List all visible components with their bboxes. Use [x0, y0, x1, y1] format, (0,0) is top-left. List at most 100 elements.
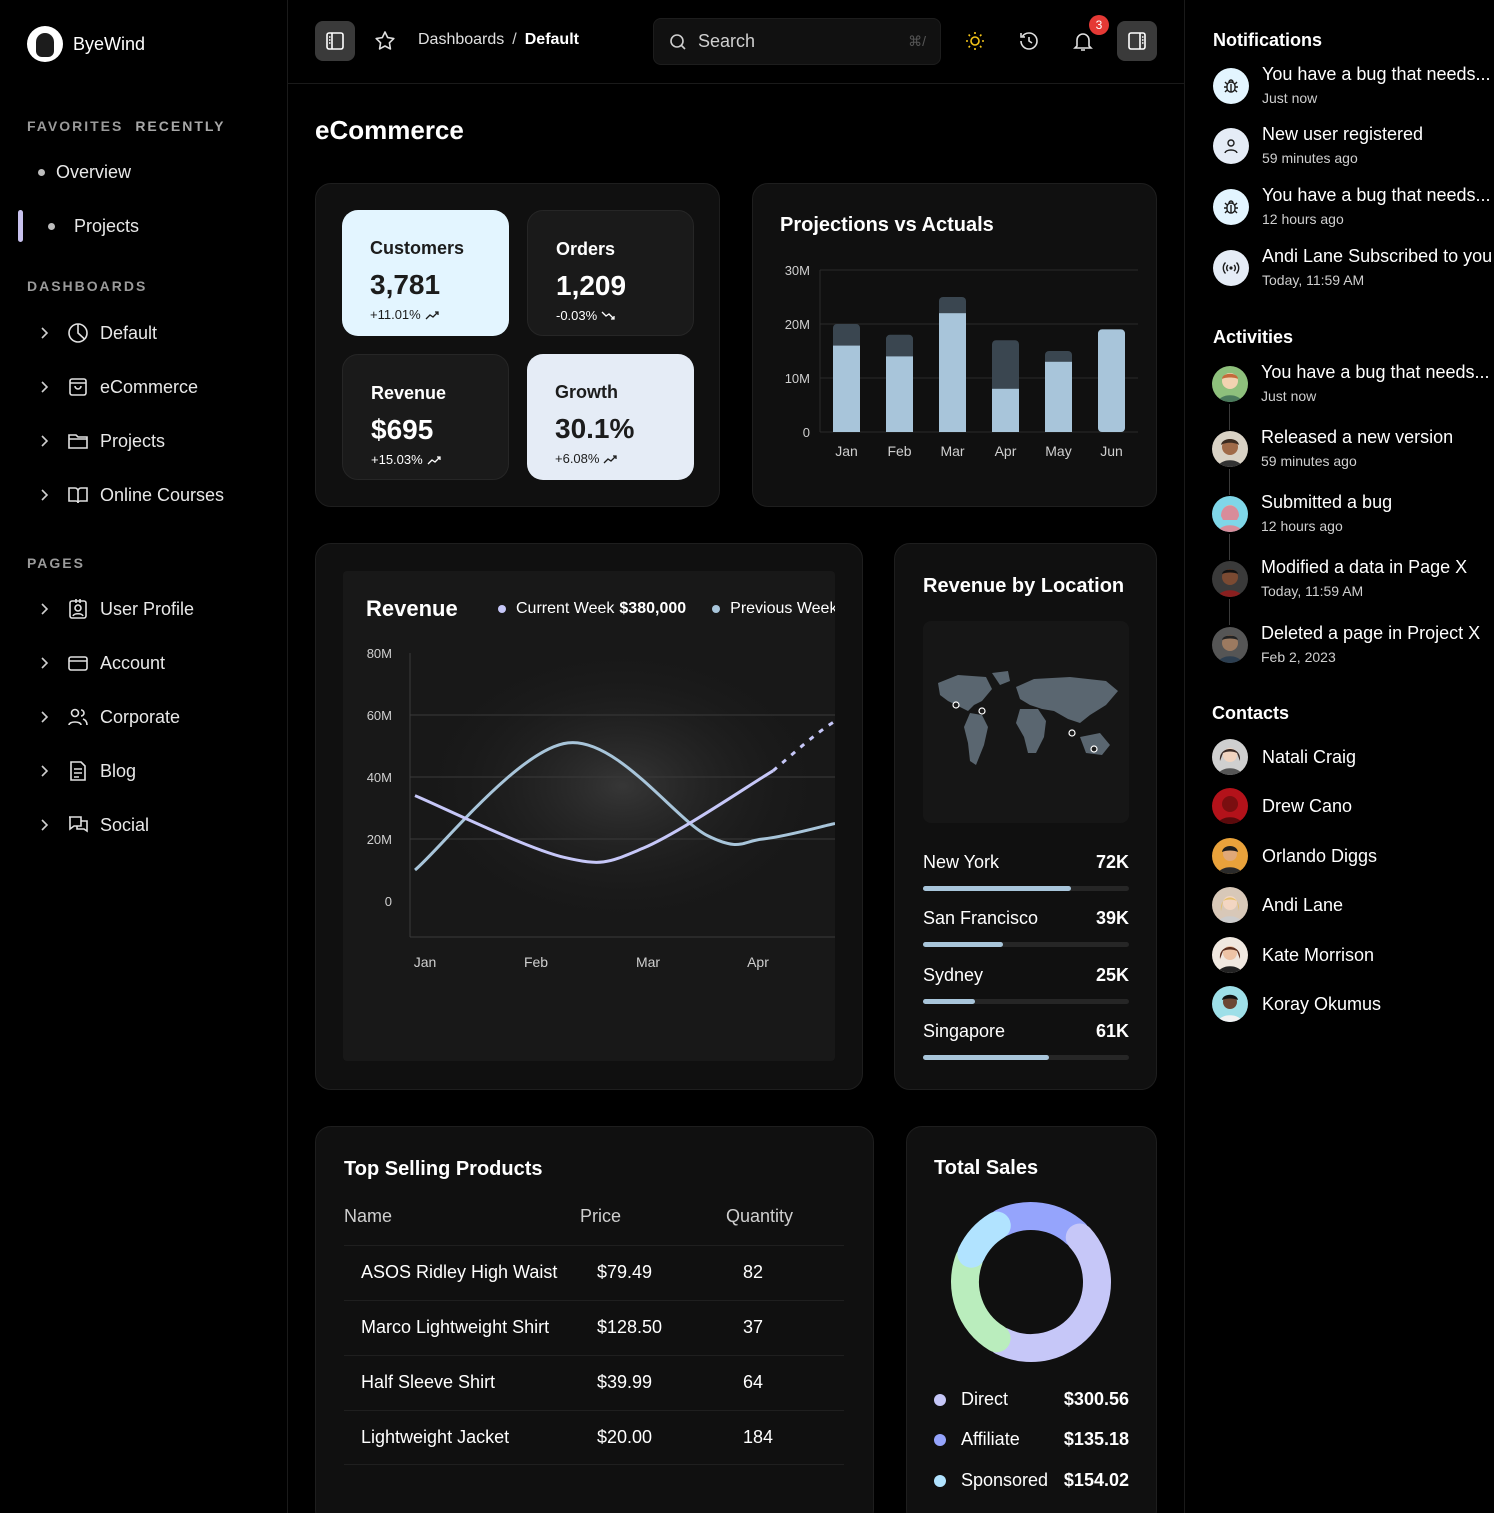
avatar [1212, 431, 1248, 467]
products-title: Top Selling Products [344, 1158, 543, 1180]
sidebar-item-user-profile[interactable]: User Profile [36, 595, 194, 623]
active-indicator [18, 210, 23, 242]
kpi-customers[interactable]: Customers 3,781 +11.01% [342, 210, 509, 336]
contact-name: Andi Lane [1262, 894, 1344, 915]
toggle-sidebar-button[interactable] [315, 21, 355, 61]
sidebar-item-account[interactable]: Account [36, 649, 165, 677]
avatar [1212, 496, 1248, 532]
y-tick-label: 40M [367, 770, 392, 785]
notification-time: Just now [1262, 90, 1318, 106]
notification-item[interactable]: You have a bug that needs... Just now [1213, 64, 1494, 118]
column-quantity[interactable]: Quantity [726, 1206, 793, 1227]
bar-actual [833, 345, 860, 432]
history-button[interactable] [1009, 21, 1049, 61]
activity-item[interactable]: Released a new version 59 minutes ago [1212, 427, 1494, 481]
theme-toggle-button[interactable] [955, 21, 995, 61]
activity-text: Deleted a page in Project X [1261, 623, 1481, 643]
tab-recently[interactable]: RECENTLY [135, 118, 225, 134]
brand[interactable]: ByeWind [27, 26, 145, 62]
contact-name: Kate Morrison [1262, 944, 1375, 965]
product-name: Lightweight Jacket [361, 1427, 510, 1447]
kpi-label: Customers [370, 238, 465, 258]
contact-item[interactable]: Andi Lane [1212, 887, 1343, 923]
user-icon [1213, 128, 1249, 164]
contact-item[interactable]: Orlando Diggs [1212, 838, 1377, 874]
location-city: New York [923, 852, 1000, 872]
activity-item[interactable]: Submitted a bug 12 hours ago [1212, 492, 1494, 546]
projections-title: Projections vs Actuals [780, 214, 994, 236]
shopping-bag-icon [69, 378, 87, 396]
location-bar-fill [923, 886, 1072, 891]
notification-item[interactable]: Andi Lane Subscribed to you Today, 11:59… [1213, 246, 1494, 300]
breadcrumb: Dashboards / Default [418, 31, 579, 49]
sidebar-item-projects[interactable]: Projects [36, 427, 165, 455]
sidebar-item-corporate[interactable]: Corporate [36, 703, 180, 731]
activity-item[interactable]: Modified a data in Page X Today, 11:59 A… [1212, 557, 1494, 611]
table-row[interactable]: ASOS Ridley High Waist $79.49 82 [344, 1245, 844, 1300]
revenue-legend: Current Week $380,000 Previous Week [498, 600, 835, 618]
product-price: $20.00 [597, 1427, 653, 1447]
sidebar-item-blog[interactable]: Blog [36, 757, 136, 785]
bug-icon [1213, 68, 1249, 104]
notification-item[interactable]: New user registered 59 minutes ago [1213, 124, 1494, 178]
legend-label: Sponsored [961, 1470, 1049, 1490]
avatar [1212, 986, 1248, 1022]
kpi-revenue[interactable]: Revenue $695 +15.03% [342, 354, 509, 480]
top-bar: Dashboards / Default Search ⌘/ 3 [288, 0, 1184, 84]
y-tick-label: 0 [385, 894, 392, 909]
avatar [1212, 788, 1248, 824]
sidebar-toggle-icon [1128, 32, 1146, 50]
notifications-button[interactable]: 3 [1063, 15, 1109, 61]
location-bar-fill [923, 1055, 1049, 1060]
product-name: ASOS Ridley High Waist [361, 1262, 558, 1282]
search-placeholder: Search [698, 31, 756, 51]
breadcrumb-dashboards[interactable]: Dashboards [418, 31, 504, 49]
legend-dot [934, 1393, 946, 1406]
notification-item[interactable]: You have a bug that needs... 12 hours ag… [1213, 185, 1494, 239]
favorite-item-overview[interactable]: Overview [38, 162, 131, 183]
product-quantity: 37 [743, 1317, 764, 1337]
favorites-tabs: FAVORITES RECENTLY [27, 118, 225, 134]
table-row[interactable]: Lightweight Jacket $20.00 184 [344, 1410, 844, 1465]
donut-segment [951, 1245, 1011, 1353]
search-input[interactable]: Search ⌘/ [653, 18, 941, 65]
chat-icon [69, 816, 88, 833]
brand-logo-icon [27, 26, 63, 62]
y-tick-label: 0 [803, 425, 810, 440]
activity-time: Today, 11:59 AM [1261, 583, 1364, 599]
notification-time: Today, 11:59 AM [1262, 272, 1365, 288]
donut-segment [987, 1223, 1111, 1362]
activity-item[interactable]: You have a bug that needs... Just now [1212, 362, 1494, 416]
location-bar-fill [923, 942, 1004, 947]
location-bar-fill [923, 999, 975, 1004]
tab-favorites[interactable]: FAVORITES [27, 118, 123, 134]
activity-item[interactable]: Deleted a page in Project X Feb 2, 2023 [1212, 623, 1494, 677]
notification-text: Andi Lane Subscribed to you [1262, 246, 1493, 266]
contact-item[interactable]: Natali Craig [1212, 739, 1356, 775]
sidebar-item-online-courses[interactable]: Online Courses [36, 481, 224, 509]
kpi-orders[interactable]: Orders 1,209 -0.03% [527, 210, 694, 336]
product-price: $39.99 [597, 1372, 653, 1392]
legend-dot [934, 1433, 946, 1446]
contact-item[interactable]: Koray Okumus [1212, 986, 1381, 1022]
column-name[interactable]: Name [344, 1206, 392, 1227]
sidebar-item-default[interactable]: Default [36, 319, 157, 347]
contact-name: Koray Okumus [1262, 993, 1382, 1014]
table-row[interactable]: Half Sleeve Shirt $39.99 64 [344, 1355, 844, 1410]
sidebar-item-social[interactable]: Social [36, 811, 149, 839]
location-row-singapore: Singapore 61K [923, 1021, 1129, 1060]
chart-glow [410, 641, 835, 931]
chevron-right-icon [41, 489, 49, 501]
contact-item[interactable]: Drew Cano [1212, 788, 1352, 824]
contact-item[interactable]: Kate Morrison [1212, 937, 1374, 973]
favorite-button[interactable] [365, 21, 405, 61]
column-price[interactable]: Price [580, 1206, 621, 1227]
toggle-right-panel-button[interactable] [1117, 21, 1157, 61]
kpi-growth[interactable]: Growth 30.1% +6.08% [527, 354, 694, 480]
favorite-item-projects[interactable]: Projects [48, 216, 139, 237]
breadcrumb-current: Default [524, 31, 579, 48]
sidebar-item-ecommerce[interactable]: eCommerce [36, 373, 198, 401]
users-icon [68, 708, 88, 726]
revenue-chart: 80M 60M 40M 20M 0 Jan Feb Mar Apr [367, 641, 835, 970]
table-row[interactable]: Marco Lightweight Shirt $128.50 37 [344, 1300, 844, 1355]
